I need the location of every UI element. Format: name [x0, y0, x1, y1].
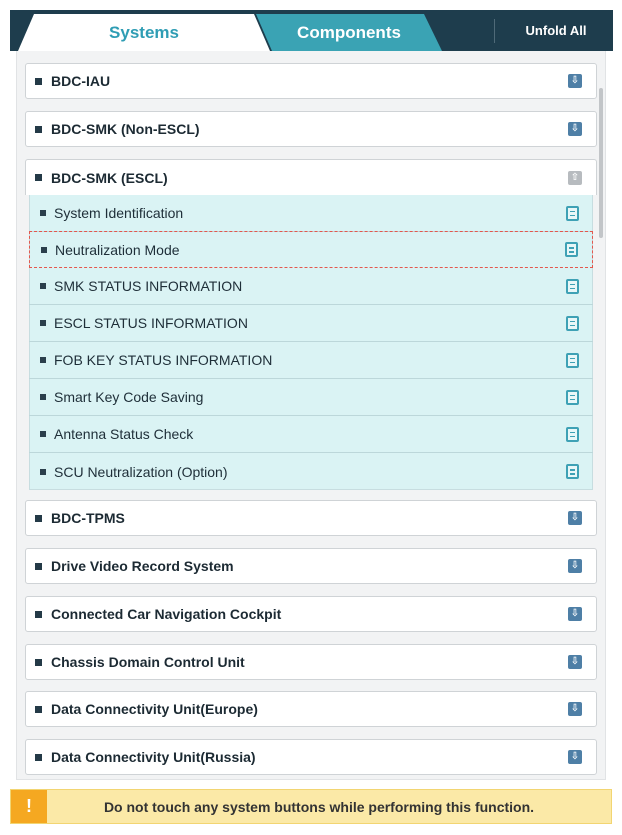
bullet-square-icon: [40, 320, 46, 326]
warning-icon: !: [11, 790, 47, 823]
bullet-square-icon: [35, 174, 42, 181]
bullet-square-icon: [40, 468, 46, 475]
document-icon: [566, 352, 579, 368]
function-label: Antenna Status Check: [54, 426, 194, 442]
system-row-data-connectivity-unit-europe[interactable]: Data Connectivity Unit(Europe) ⇩: [25, 691, 597, 727]
bullet-square-icon: [35, 562, 42, 570]
function-row-antenna-status-check[interactable]: Antenna Status Check: [29, 416, 593, 453]
bullet-square-icon: [35, 77, 42, 85]
system-row-bdc-smk-escl[interactable]: BDC-SMK (ESCL) ⇧: [25, 159, 597, 195]
document-icon: [566, 205, 579, 221]
bullet-square-icon: [35, 514, 42, 522]
unfold-arrow-icon[interactable]: ⇩: [568, 702, 582, 716]
system-row-drive-video-record-system[interactable]: Drive Video Record System ⇩: [25, 548, 597, 584]
system-row-connected-car-navigation-cockpit[interactable]: Connected Car Navigation Cockpit ⇩: [25, 596, 597, 632]
system-row-data-connectivity-unit-russia[interactable]: Data Connectivity Unit(Russia) ⇩: [25, 739, 597, 775]
unfold-arrow-icon[interactable]: ⇩: [568, 607, 582, 621]
bullet-square-icon: [35, 125, 42, 133]
document-icon: [566, 464, 579, 479]
unfold-arrow-icon[interactable]: ⇩: [568, 655, 582, 669]
bullet-square-icon: [40, 283, 46, 289]
fold-arrow-icon[interactable]: ⇧: [568, 170, 582, 185]
system-label: BDC-IAU: [51, 73, 111, 89]
function-row-smart-key-code-saving[interactable]: Smart Key Code Saving: [29, 379, 593, 416]
unfold-all-button[interactable]: Unfold All: [500, 10, 612, 51]
function-row-system-identification[interactable]: System Identification: [29, 195, 593, 232]
document-icon: [566, 389, 579, 405]
system-label: Data Connectivity Unit(Europe): [51, 701, 258, 717]
system-label: BDC-SMK (Non-ESCL): [51, 121, 200, 137]
document-icon: [566, 315, 579, 331]
bullet-square-icon: [35, 658, 42, 666]
tab-systems[interactable]: Systems: [18, 14, 270, 51]
system-label: Drive Video Record System: [51, 558, 234, 574]
function-label: Smart Key Code Saving: [54, 389, 204, 405]
function-label: SMK STATUS INFORMATION: [54, 278, 243, 294]
function-label: System Identification: [54, 205, 184, 221]
unfold-arrow-icon[interactable]: ⇩: [568, 559, 582, 573]
system-label: BDC-TPMS: [51, 510, 125, 526]
system-row-bdc-smk-non-escl[interactable]: BDC-SMK (Non-ESCL) ⇩: [25, 111, 597, 147]
function-label: SCU Neutralization (Option): [54, 463, 228, 480]
system-row-bdc-iau[interactable]: BDC-IAU ⇩: [25, 63, 597, 99]
warning-text: Do not touch any system buttons while pe…: [103, 798, 535, 815]
function-row-smk-status-information[interactable]: SMK STATUS INFORMATION: [29, 268, 593, 305]
system-label: Chassis Domain Control Unit: [51, 654, 245, 670]
system-label: Connected Car Navigation Cockpit: [51, 606, 282, 622]
bullet-square-icon: [41, 246, 47, 253]
tab-bar: Systems Components Unfold All: [10, 10, 613, 51]
system-row-chassis-domain-control-unit[interactable]: Chassis Domain Control Unit ⇩: [25, 644, 597, 680]
document-icon: [566, 278, 579, 294]
warning-bar: ! Do not touch any system buttons while …: [10, 789, 612, 824]
system-label: Data Connectivity Unit(Russia): [51, 749, 256, 765]
document-icon: [565, 242, 578, 257]
unfold-arrow-icon[interactable]: ⇩: [568, 74, 582, 88]
system-row-bdc-tpms[interactable]: BDC-TPMS ⇩: [25, 500, 597, 536]
function-row-neutralization-mode[interactable]: Neutralization Mode: [29, 231, 593, 268]
bullet-square-icon: [35, 705, 42, 713]
tab-divider: [494, 19, 495, 43]
function-row-fob-key-status-information[interactable]: FOB KEY STATUS INFORMATION: [29, 342, 593, 379]
bullet-square-icon: [40, 357, 46, 363]
function-row-scu-neutralization[interactable]: SCU Neutralization (Option): [29, 453, 593, 490]
unfold-arrow-icon[interactable]: ⇩: [568, 750, 582, 764]
tab-components[interactable]: Components: [256, 14, 442, 51]
bullet-square-icon: [35, 753, 42, 761]
function-label: ESCL STATUS INFORMATION: [54, 315, 248, 331]
function-row-escl-status-information[interactable]: ESCL STATUS INFORMATION: [29, 305, 593, 342]
bullet-square-icon: [35, 610, 42, 618]
unfold-arrow-icon[interactable]: ⇩: [568, 511, 582, 525]
document-icon: [566, 426, 579, 442]
function-label: FOB KEY STATUS INFORMATION: [54, 352, 273, 368]
bullet-square-icon: [40, 210, 46, 216]
scrollbar-thumb[interactable]: [599, 88, 603, 238]
function-label: Neutralization Mode: [55, 241, 180, 258]
system-label: BDC-SMK (ESCL): [51, 169, 168, 186]
bullet-square-icon: [40, 431, 46, 437]
bullet-square-icon: [40, 394, 46, 400]
unfold-arrow-icon[interactable]: ⇩: [568, 122, 582, 136]
